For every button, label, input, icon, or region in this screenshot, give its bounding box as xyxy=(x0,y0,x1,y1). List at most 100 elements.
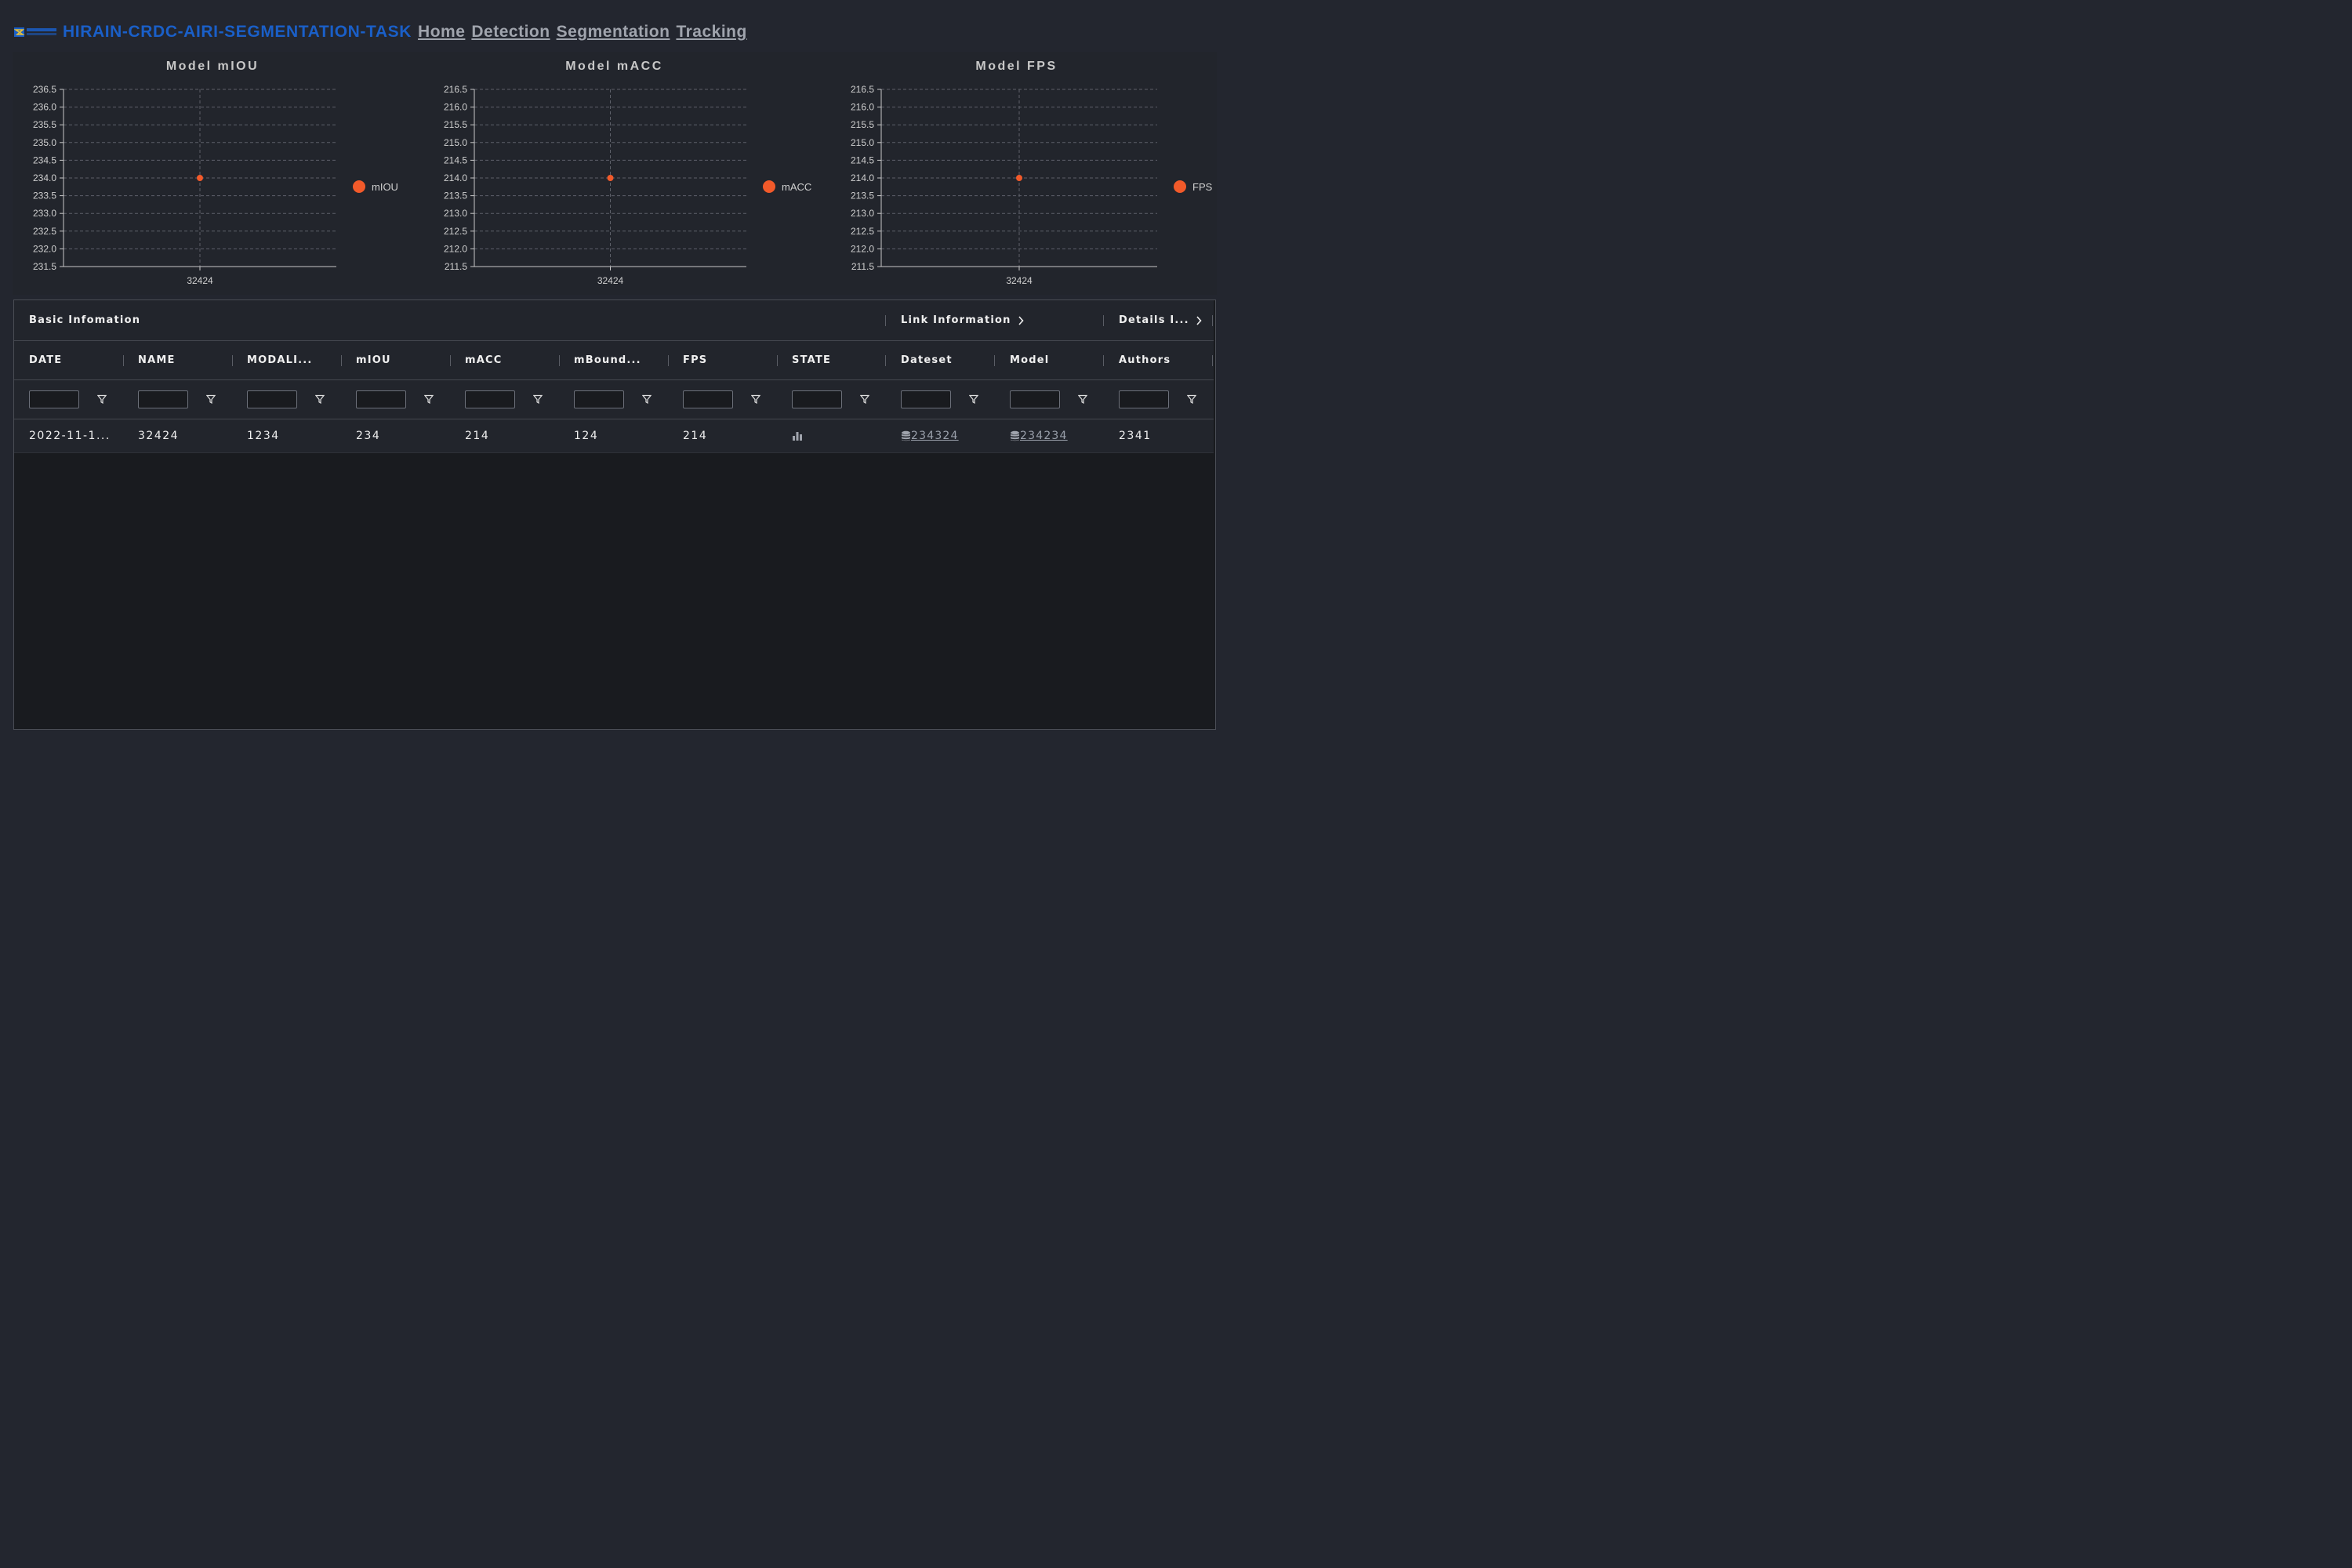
column-divider[interactable] xyxy=(559,355,560,366)
cell-modality: 1234 xyxy=(247,430,280,442)
column-divider[interactable] xyxy=(1212,355,1213,366)
column-header-model[interactable]: Model xyxy=(1010,341,1049,379)
legend-marker xyxy=(763,180,775,193)
column-divider[interactable] xyxy=(450,355,451,366)
modality-filter-input[interactable] xyxy=(247,390,297,408)
dataset-filter-input[interactable] xyxy=(901,390,951,408)
y-tick-label: 216.5 xyxy=(444,84,467,95)
macc-chart-plot: 216.5 216.0 215.5 215.0 214.5 214.0 213.5 213.0… xyxy=(444,84,811,286)
name-filter-input[interactable] xyxy=(138,390,188,408)
column-divider[interactable] xyxy=(123,355,124,366)
column-divider[interactable] xyxy=(668,355,669,366)
y-tick-label: 214.5 xyxy=(444,154,467,165)
results-table: Basic Infomation Link Information Detail… xyxy=(13,299,1216,730)
filter-icon[interactable] xyxy=(533,394,543,404)
filter-icon[interactable] xyxy=(97,394,107,404)
column-header-miou[interactable]: mIOU xyxy=(356,341,391,379)
y-tick-label: 235.5 xyxy=(33,119,56,130)
miou-chart: Model mIOU 236.5 236.0 235.5 235.0 234.5 234.… xyxy=(13,52,412,295)
column-header-dataset[interactable]: Dateset xyxy=(901,341,953,379)
miou-chart-plot: 236.5 236.0 235.5 235.0 234.5 234.0 233.5 233.0… xyxy=(33,84,398,286)
column-divider[interactable] xyxy=(1103,355,1104,366)
column-divider[interactable] xyxy=(777,355,778,366)
filter-icon[interactable] xyxy=(424,394,434,404)
nav-tracking-link[interactable]: Tracking xyxy=(676,23,746,42)
column-divider[interactable] xyxy=(994,355,995,366)
y-tick-label: 211.5 xyxy=(851,261,874,272)
data-point xyxy=(1016,175,1022,181)
mboundary-filter-input[interactable] xyxy=(574,390,624,408)
database-icon xyxy=(1011,430,1019,441)
fps-filter-input[interactable] xyxy=(683,390,733,408)
group-details-label: Details I... xyxy=(1119,314,1189,326)
y-tick-label: 214.0 xyxy=(444,172,467,183)
column-header-fps[interactable]: FPS xyxy=(683,341,707,379)
model-filter-input[interactable] xyxy=(1010,390,1060,408)
y-tick-label: 234.5 xyxy=(33,154,56,165)
macc-filter-input[interactable] xyxy=(465,390,515,408)
table-row[interactable]: 2022-11-1... 32424 1234 234 214 124 214 … xyxy=(14,419,1214,453)
column-header-name[interactable]: NAME xyxy=(138,341,176,379)
column-header-authors[interactable]: Authors xyxy=(1119,341,1171,379)
y-tick-label: 215.0 xyxy=(444,137,467,148)
column-divider[interactable] xyxy=(232,355,233,366)
fps-chart: Model FPS 216.5 216.0 215.5 215.0 214.5 214.0… xyxy=(816,52,1217,295)
y-tick-label: 212.5 xyxy=(851,226,874,237)
y-tick-label: 233.5 xyxy=(33,191,56,201)
column-label: NAME xyxy=(138,354,176,366)
y-tick-label: 232.5 xyxy=(33,226,56,237)
group-link-label: Link Information xyxy=(901,314,1011,326)
y-tick-label: 212.5 xyxy=(444,226,467,237)
y-tick-label: 216.5 xyxy=(851,84,874,95)
chevron-right-icon[interactable] xyxy=(1018,315,1024,325)
y-tick-label: 212.0 xyxy=(851,243,874,254)
miou-filter-input[interactable] xyxy=(356,390,406,408)
y-tick-label: 212.0 xyxy=(444,243,467,254)
app-title: HIRAIN-CRDC-AIRI-SEGMENTATION-TASK xyxy=(63,23,412,41)
dataset-link[interactable]: 234324 xyxy=(911,430,959,442)
x-tick-label: 32424 xyxy=(187,275,213,286)
y-tick-label: 215.5 xyxy=(851,119,874,130)
data-point xyxy=(197,175,203,181)
cell-miou: 234 xyxy=(356,430,381,442)
column-label: mACC xyxy=(465,354,503,366)
legend-marker xyxy=(1174,180,1186,193)
model-link[interactable]: 234234 xyxy=(1020,430,1068,442)
column-divider xyxy=(1103,315,1104,326)
column-header-modality[interactable]: MODALI... xyxy=(247,341,313,379)
group-details-information[interactable]: Details I... xyxy=(1119,300,1202,340)
filter-icon[interactable] xyxy=(206,394,216,404)
column-header-macc[interactable]: mACC xyxy=(465,341,503,379)
filter-icon[interactable] xyxy=(315,394,325,404)
cell-name: 32424 xyxy=(138,430,180,442)
chevron-right-icon[interactable] xyxy=(1196,315,1202,325)
nav-segmentation-link[interactable]: Segmentation xyxy=(557,23,670,42)
state-filter-input[interactable] xyxy=(792,390,842,408)
cell-date: 2022-11-1... xyxy=(29,430,111,442)
x-tick-label: 32424 xyxy=(1006,275,1033,286)
column-header-date[interactable]: DATE xyxy=(29,341,62,379)
authors-filter-input[interactable] xyxy=(1119,390,1169,408)
nav-detection-link[interactable]: Detection xyxy=(471,23,550,42)
group-link-information[interactable]: Link Information xyxy=(901,300,1024,340)
filter-icon[interactable] xyxy=(1078,394,1087,404)
charts-panel: Model mIOU 236.5 236.0 235.5 235.0 234.5 234.… xyxy=(13,52,1217,295)
nav-home-link[interactable]: Home xyxy=(418,23,465,42)
column-divider[interactable] xyxy=(885,355,886,366)
column-header-mboundary[interactable]: mBound... xyxy=(574,341,641,379)
y-tick-label: 231.5 xyxy=(33,261,56,272)
filter-icon[interactable] xyxy=(751,394,760,404)
filter-icon[interactable] xyxy=(1187,394,1196,404)
column-label: mBound... xyxy=(574,354,641,366)
y-tick-label: 236.5 xyxy=(33,84,56,95)
bar-chart-icon[interactable] xyxy=(792,430,803,441)
column-label: mIOU xyxy=(356,354,391,366)
y-tick-label: 214.5 xyxy=(851,154,874,165)
filter-icon[interactable] xyxy=(860,394,869,404)
date-filter-input[interactable] xyxy=(29,390,79,408)
filter-icon[interactable] xyxy=(642,394,652,404)
column-header-state[interactable]: STATE xyxy=(792,341,831,379)
database-icon xyxy=(902,430,910,441)
filter-icon[interactable] xyxy=(969,394,978,404)
column-divider[interactable] xyxy=(341,355,342,366)
